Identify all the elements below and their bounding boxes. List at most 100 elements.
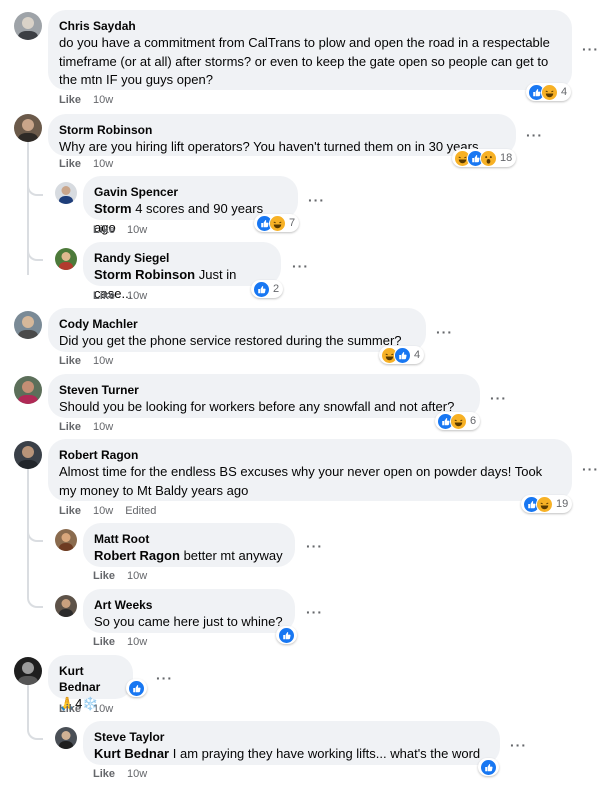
more-options-icon[interactable]: ··· [306,539,323,553]
comment-text: Should you be looking for workers before… [59,399,455,414]
thread-curve [27,526,43,542]
comment-author[interactable]: Storm Robinson [59,122,505,138]
comment-actions: Like 10w Edited [59,504,156,518]
comment-author[interactable]: Randy Siegel [94,250,270,266]
like-button[interactable]: Like [93,768,115,780]
thread-curve [27,592,43,608]
comment-author[interactable]: Gavin Spencer [94,184,287,200]
comment-actions: Like 10w [93,635,147,649]
avatar[interactable] [55,182,77,204]
more-options-icon[interactable]: ··· [526,128,543,142]
mention-link[interactable]: Robert Ragon [94,548,180,563]
avatar[interactable] [14,311,42,339]
like-button[interactable]: Like [93,636,115,648]
avatar[interactable] [55,529,77,551]
like-button[interactable]: Like [93,224,115,236]
like-button[interactable]: Like [59,355,81,367]
like-button[interactable]: Like [59,703,81,715]
avatar[interactable] [14,376,42,404]
more-options-icon[interactable]: ··· [292,259,309,273]
reaction-summary[interactable]: 6 [435,412,481,430]
more-options-icon[interactable]: ··· [156,671,173,685]
reaction-summary[interactable]: 2 [251,280,284,298]
more-options-icon[interactable]: ··· [490,391,507,405]
comment-text: Why are you hiring lift operators? You h… [59,139,490,154]
like-reaction-icon [480,758,497,776]
mention-link[interactable]: Kurt Bednar [94,746,169,761]
wow-reaction-icon [480,149,497,167]
timestamp[interactable]: 10w [93,703,113,715]
reaction-summary[interactable]: 4 [379,346,425,364]
comment-bubble: Art Weeks So you came here just to whine… [83,589,295,633]
mention-link[interactable]: Storm [94,201,132,216]
comment-text: Almost time for the endless BS excuses w… [59,464,543,498]
timestamp[interactable]: 10w [93,94,113,106]
comment-author[interactable]: Robert Ragon [59,447,561,463]
thread-curve [27,724,43,740]
comment-author[interactable]: Art Weeks [94,597,284,613]
mention-link[interactable]: Storm Robinson [94,267,195,282]
haha-reaction-icon [269,214,286,232]
timestamp[interactable]: 10w [127,570,147,582]
like-button[interactable]: Like [59,94,81,106]
avatar[interactable] [55,248,77,270]
thread-curve [27,180,43,196]
comment-bubble: Steven Turner Should you be looking for … [48,374,480,418]
like-reaction-icon [394,346,411,364]
more-options-icon[interactable]: ··· [308,193,325,207]
thread-line [27,685,29,725]
timestamp[interactable]: 10w [127,224,147,236]
edited-label[interactable]: Edited [125,505,156,517]
comment-bubble: Robert Ragon Almost time for the endless… [48,439,572,501]
comment-actions: Like 10w [59,93,113,107]
comment-actions: Like 10w [93,569,147,583]
more-options-icon[interactable]: ··· [510,738,527,752]
reaction-summary[interactable]: 19 [521,495,573,513]
comment-author[interactable]: Steven Turner [59,382,469,398]
reaction-summary[interactable]: 4 [526,83,572,101]
like-button[interactable]: Like [93,290,115,302]
comment-actions: Like 10w [93,289,147,303]
like-reaction-icon [253,280,270,298]
avatar[interactable] [14,114,42,142]
avatar[interactable] [14,441,42,469]
like-button[interactable]: Like [59,421,81,433]
more-options-icon[interactable]: ··· [306,605,323,619]
comment-author[interactable]: Chris Saydah [59,18,561,34]
timestamp[interactable]: 10w [127,768,147,780]
like-button[interactable]: Like [59,158,81,170]
avatar[interactable] [14,12,42,40]
comment-author[interactable]: Cody Machler [59,316,415,332]
timestamp[interactable]: 10w [93,158,113,170]
reaction-summary[interactable] [126,679,147,697]
comment-author[interactable]: Matt Root [94,531,284,547]
like-button[interactable]: Like [93,570,115,582]
comment-author[interactable]: Steve Taylor [94,729,489,745]
comment-text: Did you get the phone service restored d… [59,333,402,348]
reaction-summary[interactable]: 7 [254,214,300,232]
comment-bubble: Cody Machler Did you get the phone servi… [48,308,426,352]
more-options-icon[interactable]: ··· [436,325,453,339]
comment-bubble: Kurt Bednar 🙏4❄️ [48,655,133,711]
reaction-summary[interactable] [276,626,297,644]
timestamp[interactable]: 10w [93,355,113,367]
reaction-summary[interactable]: 18 [452,149,517,167]
comment-bubble: Matt Root Robert Ragon better mt anyway [83,523,295,567]
timestamp[interactable]: 10w [93,505,113,517]
avatar[interactable] [55,727,77,749]
comment-author[interactable]: Kurt Bednar [59,663,122,695]
comment-bubble: Chris Saydah do you have a commitment fr… [48,10,572,90]
more-options-icon[interactable]: ··· [582,462,599,476]
timestamp[interactable]: 10w [93,421,113,433]
reaction-summary[interactable] [478,758,499,776]
comment-actions: Like 10w [59,157,113,171]
avatar[interactable] [55,595,77,617]
timestamp[interactable]: 10w [127,290,147,302]
more-options-icon[interactable]: ··· [582,42,599,56]
like-reaction-icon [278,626,295,644]
avatar[interactable] [14,657,42,685]
like-button[interactable]: Like [59,505,81,517]
timestamp[interactable]: 10w [127,636,147,648]
haha-reaction-icon [536,495,553,513]
comment-bubble: Randy Siegel Storm Robinson Just in case… [83,242,281,301]
